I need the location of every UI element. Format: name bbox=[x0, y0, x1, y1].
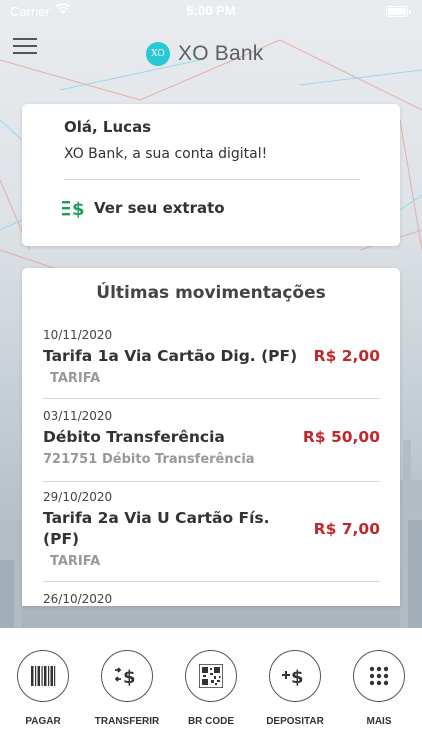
transaction-date: 29/10/2020 bbox=[43, 490, 113, 504]
transaction-date: 26/10/2020 bbox=[43, 592, 113, 606]
transaction-description: Débito Transferência bbox=[43, 428, 225, 446]
divider bbox=[43, 481, 380, 482]
welcome-card: Olá, Lucas XO Bank, a sua conta digital!… bbox=[22, 104, 400, 246]
view-statement-label: Ver seu extrato bbox=[94, 199, 225, 217]
menu-line bbox=[13, 45, 37, 47]
deposit-label: DEPOSITAR bbox=[266, 716, 324, 727]
divider bbox=[64, 179, 360, 180]
view-statement-link[interactable]: $ Ver seu extrato bbox=[62, 198, 225, 218]
svg-text:$: $ bbox=[72, 199, 85, 218]
transaction-amount: R$ 7,00 bbox=[313, 520, 380, 538]
status-time: 5:00 PM bbox=[186, 3, 236, 18]
transaction-code: 721751 bbox=[43, 452, 98, 467]
battery-icon bbox=[386, 6, 411, 17]
transaction-description-line1: Tarifa 2a Via U Cartão Fís. bbox=[43, 509, 270, 527]
br-code-button[interactable]: BR CODE bbox=[168, 628, 252, 750]
transaction-item[interactable]: 03/11/2020 Débito Transferência R$ 50,00… bbox=[43, 409, 380, 483]
menu-line bbox=[13, 38, 37, 40]
qr-code-icon bbox=[185, 650, 237, 702]
greeting-text: Olá, Lucas bbox=[64, 118, 152, 136]
pay-button[interactable]: PAGAR bbox=[0, 628, 84, 750]
br-code-label: BR CODE bbox=[187, 716, 235, 727]
status-bar: Carrier 5:00 PM bbox=[0, 0, 422, 24]
movements-title: Últimas movimentações bbox=[96, 283, 326, 303]
statement-money-icon: $ bbox=[62, 198, 88, 218]
transaction-amount: R$ 50,00 bbox=[302, 428, 380, 446]
transaction-category: TARIFA bbox=[50, 554, 101, 569]
transaction-item[interactable]: 29/10/2020 Tarifa 2a Via U Cartão Fís. (… bbox=[43, 490, 380, 584]
transaction-date: 03/11/2020 bbox=[43, 409, 113, 423]
transfer-money-icon: $ bbox=[101, 650, 153, 702]
recent-movements-card: Últimas movimentações 10/11/2020 Tarifa … bbox=[22, 268, 400, 606]
brand-logo: XO XO Bank bbox=[146, 41, 263, 67]
menu-line bbox=[13, 52, 37, 54]
hamburger-menu-button[interactable] bbox=[13, 38, 37, 54]
deposit-button[interactable]: $ DEPOSITAR bbox=[252, 628, 336, 750]
transfer-button[interactable]: $ TRANSFERIR bbox=[84, 628, 168, 750]
more-label: MAIS bbox=[366, 716, 392, 727]
welcome-subtitle: XO Bank, a sua conta digital! bbox=[64, 146, 268, 162]
transaction-description-line2: (PF) bbox=[43, 530, 80, 548]
transaction-category: Débito Transferência bbox=[102, 452, 255, 467]
svg-text:$: $ bbox=[123, 667, 136, 687]
xo-logo-icon: XO bbox=[146, 42, 170, 66]
divider bbox=[43, 581, 380, 582]
transaction-category: TARIFA bbox=[50, 371, 101, 386]
pay-label: PAGAR bbox=[25, 716, 61, 727]
transfer-label: TRANSFERIR bbox=[94, 716, 160, 727]
transaction-amount: R$ 2,00 bbox=[313, 347, 380, 365]
more-button[interactable]: MAIS bbox=[336, 628, 420, 750]
transaction-item[interactable]: 26/10/2020 bbox=[43, 592, 380, 606]
divider bbox=[43, 398, 380, 399]
svg-text:$: $ bbox=[291, 667, 304, 687]
brand-name: XO Bank bbox=[178, 42, 264, 65]
bottom-action-bar: PAGAR $ TRANSFERIR BR CODE $ DEPOSITAR M… bbox=[0, 628, 422, 750]
transaction-date: 10/11/2020 bbox=[43, 328, 113, 342]
more-grid-icon bbox=[353, 650, 405, 702]
transaction-description: Tarifa 1a Via Cartão Dig. (PF) bbox=[43, 347, 298, 365]
barcode-icon bbox=[17, 650, 69, 702]
add-money-icon: $ bbox=[269, 650, 321, 702]
transaction-item[interactable]: 10/11/2020 Tarifa 1a Via Cartão Dig. (PF… bbox=[43, 328, 380, 400]
